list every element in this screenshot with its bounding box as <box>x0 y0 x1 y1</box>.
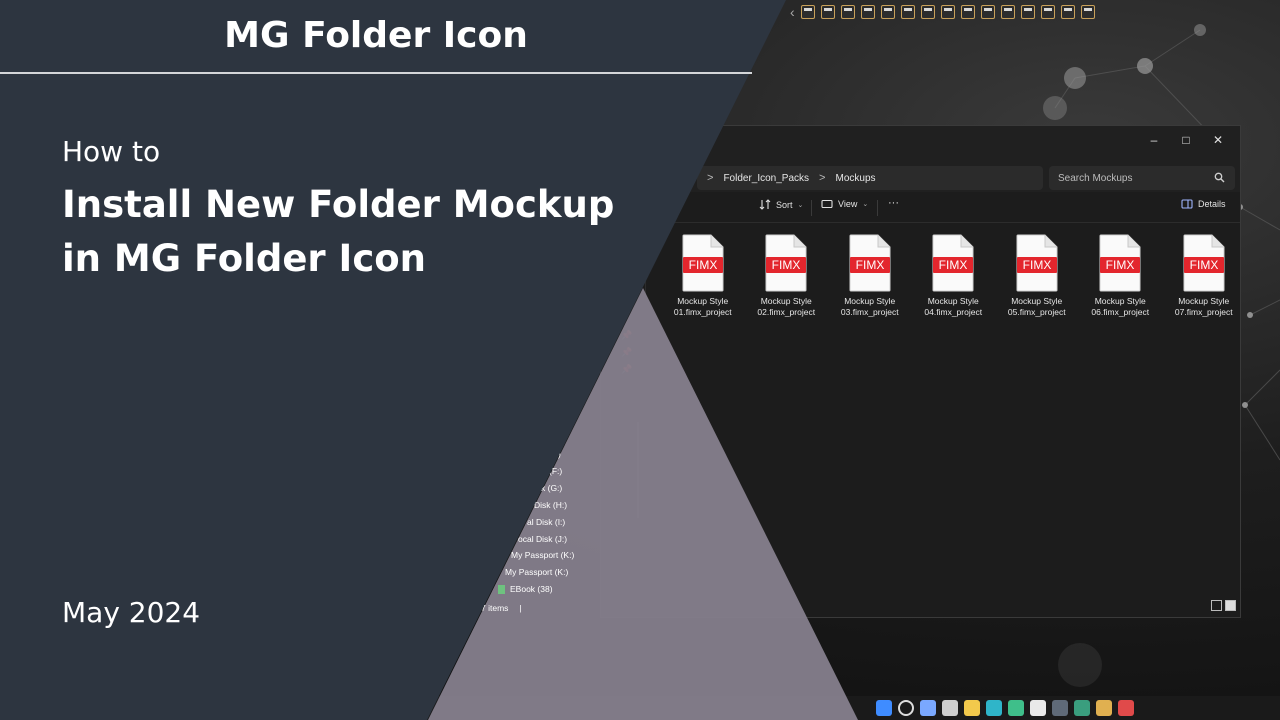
publish-date: May 2024 <box>62 596 201 629</box>
brand-divider <box>0 72 752 74</box>
main-title-line-1: Install New Folder Mockup <box>62 183 615 226</box>
screenshot-stage: ‹ – □ ✕ > Folder_Icon_Packs > Mockups Se… <box>0 0 1280 720</box>
main-title-line-2: in MG Folder Icon <box>62 237 427 280</box>
main-title: Install New Folder Mockup in MG Folder I… <box>62 178 702 286</box>
brand-title: MG Folder Icon <box>224 15 528 56</box>
how-to-label: How to <box>62 135 161 168</box>
